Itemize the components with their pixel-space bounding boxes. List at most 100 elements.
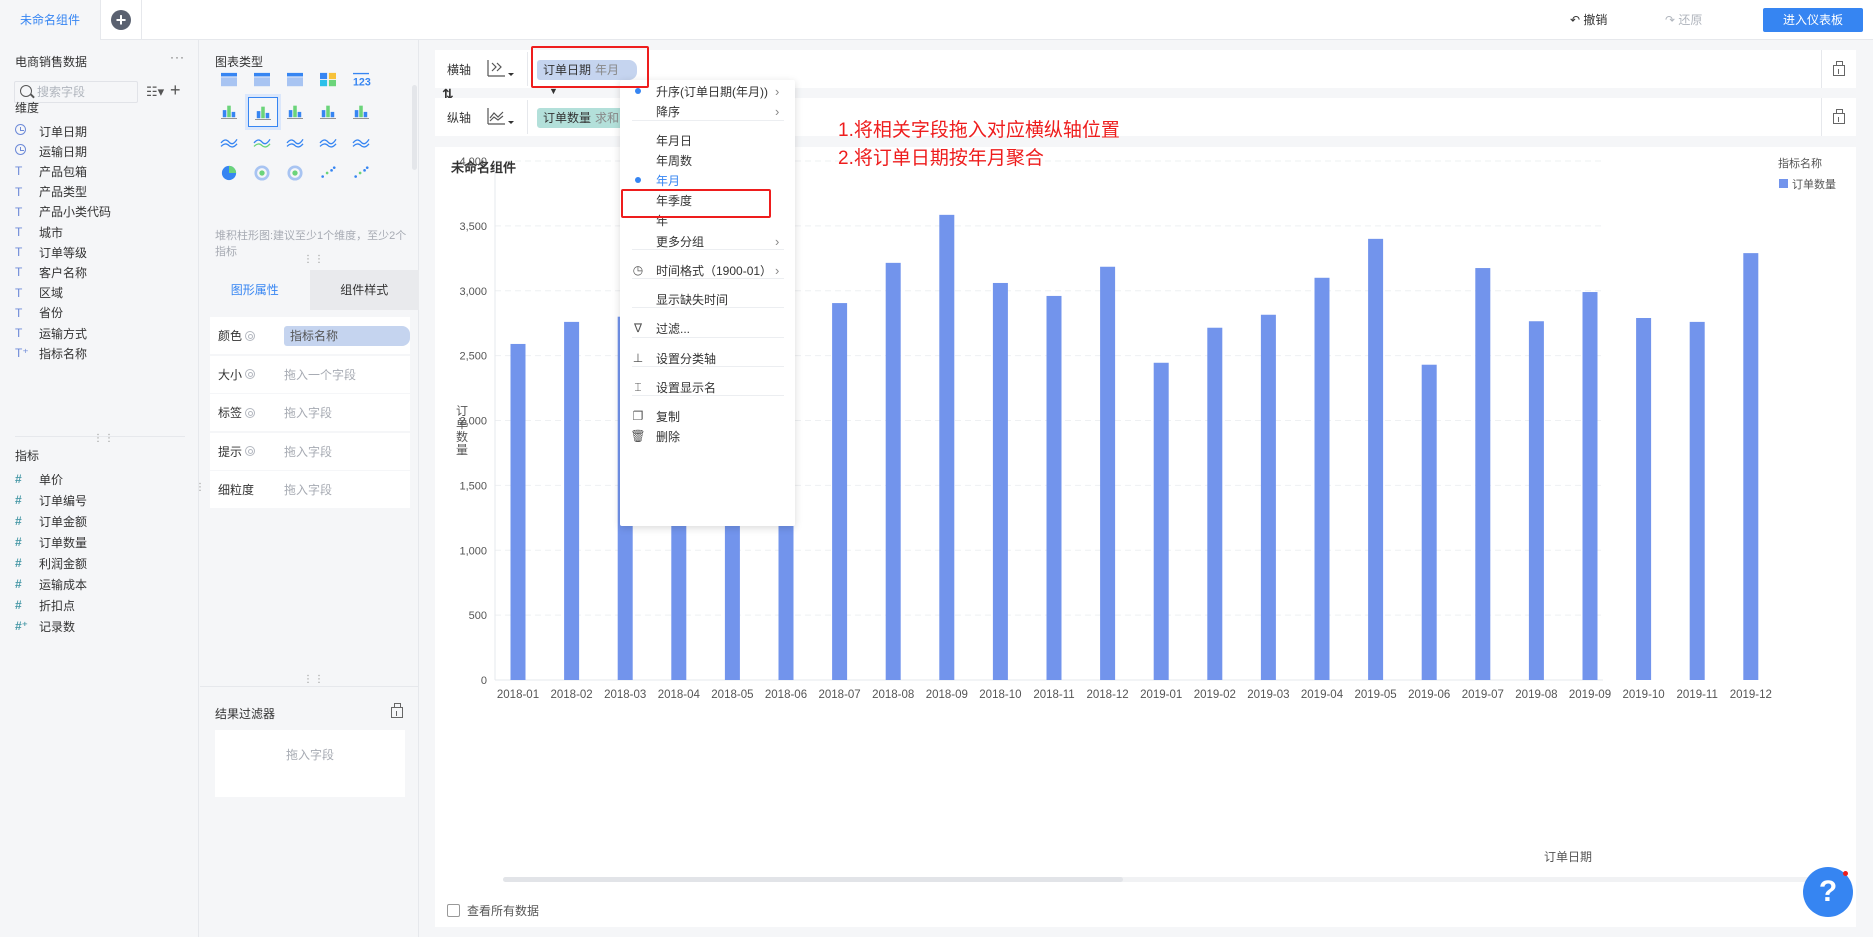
- line-icon[interactable]: [248, 128, 276, 156]
- bar[interactable]: [1153, 362, 1169, 680]
- settings-icon[interactable]: [245, 446, 256, 456]
- measure-field[interactable]: # 运输成本: [15, 574, 87, 594]
- bar[interactable]: [1636, 317, 1652, 680]
- scatter-icon[interactable]: [314, 159, 342, 187]
- measure-field[interactable]: #⁺ 记录数: [15, 616, 75, 636]
- bar[interactable]: [1260, 314, 1276, 680]
- bar[interactable]: [1207, 327, 1223, 680]
- grouped-table-icon[interactable]: [248, 66, 276, 94]
- bar[interactable]: [1528, 321, 1544, 680]
- bar[interactable]: [1475, 268, 1491, 680]
- x-axis-lock-button[interactable]: [1821, 50, 1856, 88]
- dimension-field[interactable]: T 运输方式: [15, 323, 87, 343]
- x-axis-type-icon[interactable]: [485, 58, 515, 80]
- property-dropzone[interactable]: 拖入字段: [284, 443, 332, 460]
- grouped-bar-icon[interactable]: [248, 97, 278, 127]
- bar[interactable]: [885, 262, 901, 680]
- menu-item[interactable]: 更多分组 ›: [620, 231, 795, 251]
- menu-item[interactable]: 年月: [620, 170, 795, 190]
- y-axis-lock-button[interactable]: [1821, 98, 1856, 136]
- menu-item[interactable]: ∇ 过滤...: [620, 318, 795, 338]
- property-dropzone[interactable]: 拖入一个字段: [284, 366, 356, 383]
- bar[interactable]: [939, 214, 955, 680]
- more-icon[interactable]: ···: [170, 50, 185, 64]
- dimension-field[interactable]: T 城市: [15, 222, 63, 242]
- undo-button[interactable]: ↶ 撤销: [1570, 0, 1607, 40]
- bar[interactable]: [1689, 321, 1705, 680]
- dimension-field[interactable]: T 产品类型: [15, 182, 87, 202]
- dimension-field[interactable]: 运输日期: [15, 141, 87, 161]
- pie-icon[interactable]: [215, 159, 243, 187]
- gauge-icon[interactable]: [347, 128, 375, 156]
- view-all-data-checkbox[interactable]: 查看所有数据: [447, 902, 539, 919]
- donut-icon[interactable]: [281, 159, 309, 187]
- bar[interactable]: [564, 321, 580, 680]
- measure-field[interactable]: # 折扣点: [15, 595, 75, 615]
- property-dropzone[interactable]: 拖入字段: [284, 481, 332, 498]
- column-icon[interactable]: [281, 97, 309, 125]
- lock-icon[interactable]: [391, 703, 403, 718]
- dimension-field[interactable]: T 产品包箱: [15, 161, 87, 181]
- bar[interactable]: [1046, 295, 1062, 680]
- bar[interactable]: [1368, 238, 1384, 680]
- bar[interactable]: [1314, 277, 1330, 680]
- dimension-field[interactable]: T 区域: [15, 283, 63, 303]
- measure-field[interactable]: # 利润金额: [15, 553, 87, 573]
- table-icon[interactable]: [215, 66, 243, 94]
- bar[interactable]: [510, 343, 526, 680]
- menu-item[interactable]: 降序 ›: [620, 101, 795, 121]
- panel-resize-handle[interactable]: ⋮: [195, 482, 206, 493]
- measure-field[interactable]: # 单价: [15, 469, 63, 489]
- redo-button[interactable]: ↷ 还原: [1665, 0, 1702, 40]
- cross-table-icon[interactable]: [281, 66, 309, 94]
- y-axis-type-icon[interactable]: [485, 106, 515, 128]
- checkbox[interactable]: [447, 904, 460, 917]
- bar[interactable]: [1421, 364, 1437, 680]
- dimension-field[interactable]: T 产品小类代码: [15, 202, 111, 222]
- tab-component[interactable]: 未命名组件: [0, 0, 101, 40]
- enter-dashboard-button[interactable]: 进入仪表板: [1763, 8, 1863, 32]
- dimension-field[interactable]: 订单日期: [15, 121, 87, 141]
- kpi-grid-icon[interactable]: [314, 66, 342, 94]
- bar[interactable]: [1582, 292, 1598, 680]
- resize-handle[interactable]: ⋮⋮: [303, 254, 325, 265]
- dimension-field[interactable]: T 省份: [15, 303, 63, 323]
- dimension-field[interactable]: T 客户名称: [15, 262, 87, 282]
- stacked-bar-icon[interactable]: [215, 97, 243, 125]
- measure-field[interactable]: # 订单编号: [15, 490, 87, 510]
- number-card-icon[interactable]: 123: [347, 66, 375, 94]
- area-icon[interactable]: [314, 128, 342, 156]
- step-icon[interactable]: [347, 97, 375, 125]
- rose-pie-icon[interactable]: [248, 159, 276, 187]
- resize-handle[interactable]: ⋮⋮: [93, 433, 115, 444]
- menu-item[interactable]: ❐ 复制: [620, 406, 795, 426]
- settings-icon[interactable]: [245, 369, 256, 379]
- add-tab-button[interactable]: +: [101, 0, 142, 40]
- menu-item[interactable]: 年月日: [620, 130, 795, 150]
- measure-field[interactable]: # 订单金额: [15, 511, 87, 531]
- horizontal-scrollbar-thumb[interactable]: [503, 877, 1123, 882]
- radar-icon[interactable]: [281, 128, 309, 156]
- sort-fields-icon[interactable]: ☷▾: [146, 84, 164, 100]
- resize-handle[interactable]: ⋮⋮: [303, 674, 325, 685]
- menu-item[interactable]: ◷ 时间格式（1900-01） ›: [620, 260, 795, 280]
- menu-item[interactable]: ⌶ 设置显示名: [620, 377, 795, 397]
- menu-item[interactable]: 显示缺失时间: [620, 289, 795, 309]
- bar[interactable]: [832, 303, 848, 680]
- property-dropzone[interactable]: 拖入字段: [284, 404, 332, 421]
- menu-item[interactable]: ⊥ 设置分类轴: [620, 348, 795, 368]
- tab-graphic-properties[interactable]: 图形属性: [200, 270, 310, 310]
- dimension-field[interactable]: T 订单等级: [15, 242, 87, 262]
- area-line-icon[interactable]: [215, 128, 243, 156]
- dimension-field[interactable]: T⁺ 指标名称: [15, 343, 87, 363]
- legend-label[interactable]: 订单数量: [1792, 178, 1836, 191]
- menu-item[interactable]: 年周数: [620, 150, 795, 170]
- measure-field[interactable]: # 订单数量: [15, 532, 87, 552]
- bar-horizontal-icon[interactable]: [314, 97, 342, 125]
- settings-icon[interactable]: [245, 407, 256, 418]
- tab-component-style[interactable]: 组件样式: [309, 270, 419, 310]
- bar[interactable]: [1100, 266, 1116, 680]
- bar[interactable]: [1743, 253, 1759, 680]
- bubble-icon[interactable]: [347, 159, 375, 187]
- menu-item[interactable]: 🗑 删除: [620, 426, 795, 446]
